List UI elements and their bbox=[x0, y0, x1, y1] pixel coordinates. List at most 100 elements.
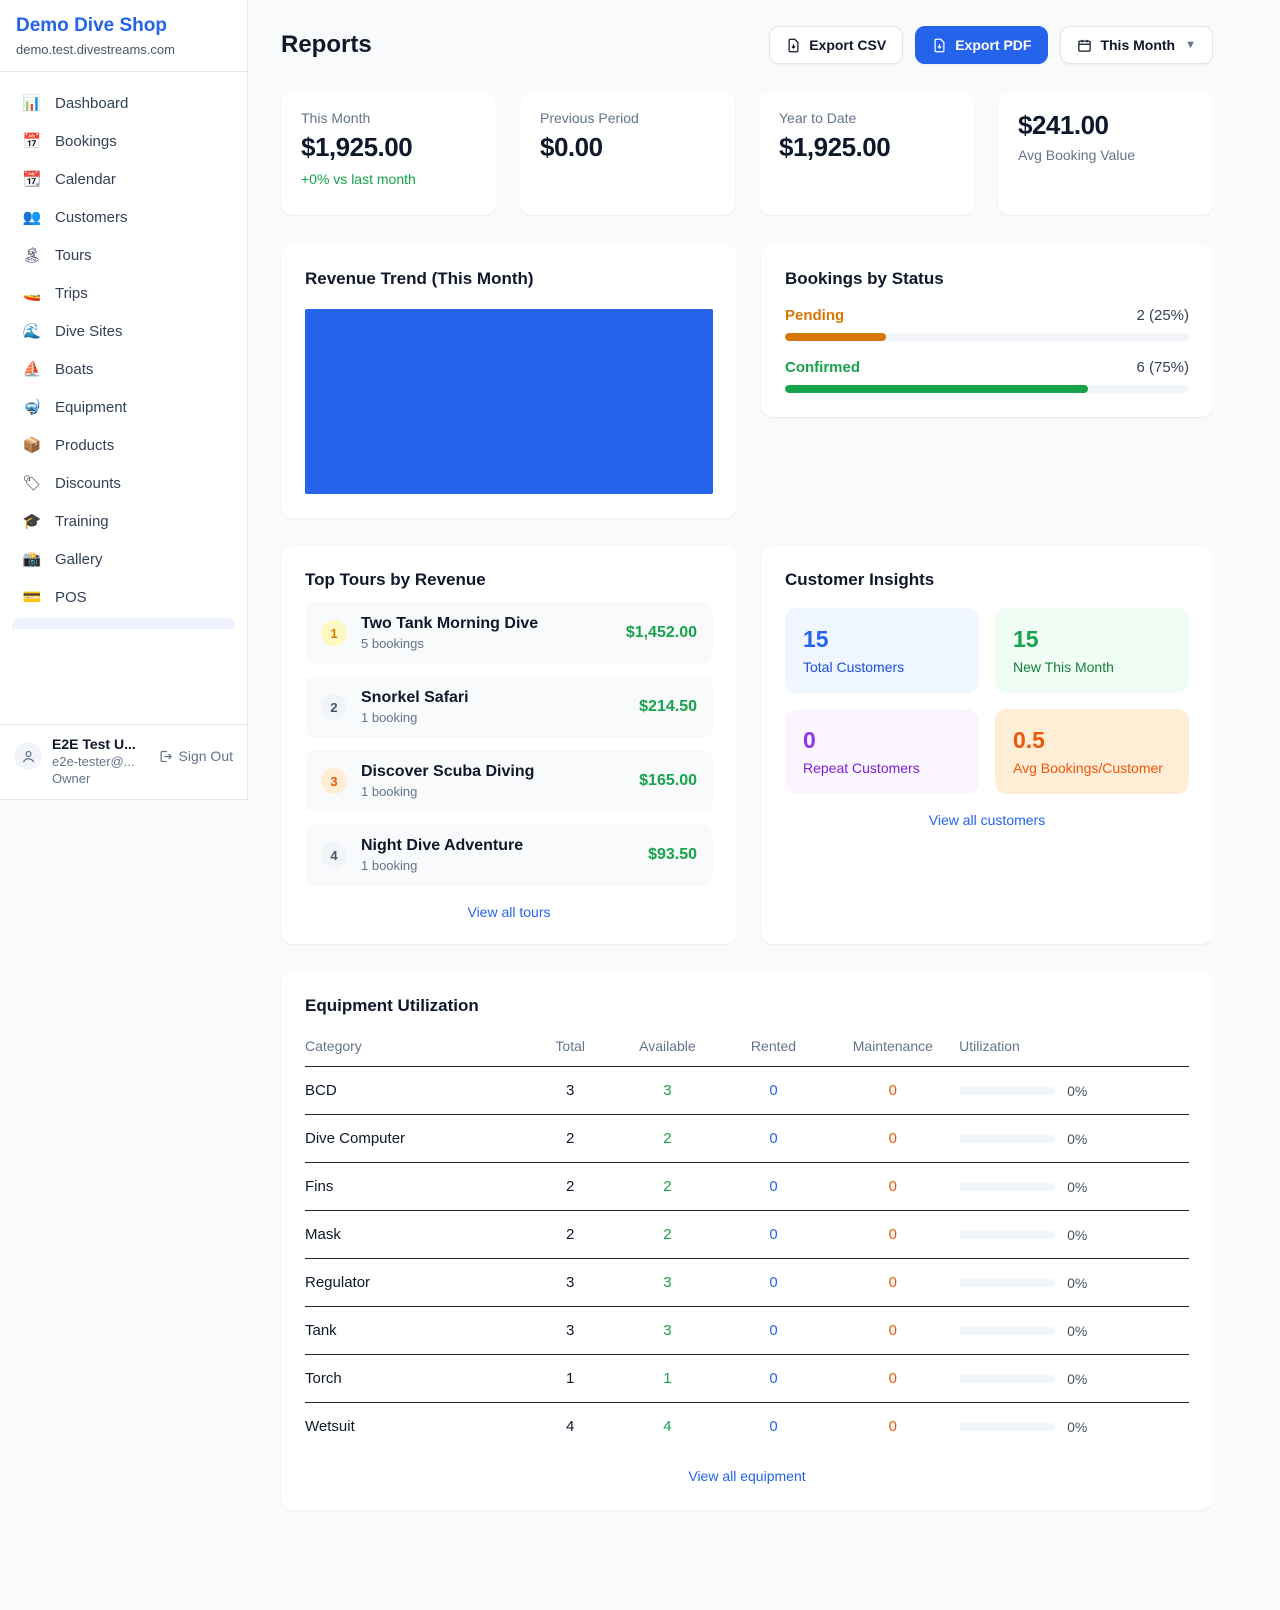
cell-rented: 0 bbox=[720, 1211, 826, 1259]
cell-available: 3 bbox=[614, 1067, 720, 1115]
view-all-customers-link[interactable]: View all customers bbox=[785, 812, 1189, 828]
column-header-category: Category bbox=[305, 1030, 526, 1067]
person-icon bbox=[21, 749, 36, 764]
wave-icon: 🌊 bbox=[22, 322, 42, 340]
column-header-maintenance: Maintenance bbox=[827, 1030, 960, 1067]
sidebar-item-discounts[interactable]: 🏷Discounts bbox=[12, 464, 235, 502]
utilization-bar bbox=[959, 1231, 1055, 1239]
sidebar-item-trips[interactable]: 🚤Trips bbox=[12, 274, 235, 312]
sidebar-item-boats[interactable]: ⛵ Boats bbox=[12, 350, 235, 388]
status-label: Confirmed bbox=[785, 359, 860, 376]
sidebar-item-label: Calendar bbox=[55, 171, 116, 188]
column-header-rented: Rented bbox=[720, 1030, 826, 1067]
utilization-pct: 0% bbox=[1067, 1227, 1087, 1243]
table-row: Mask 2 2 0 0 0% bbox=[305, 1211, 1189, 1259]
export-pdf-button[interactable]: Export PDF bbox=[915, 26, 1048, 64]
sidebar-item-pos[interactable]: 💳 POS bbox=[12, 578, 235, 616]
cell-maintenance: 0 bbox=[827, 1355, 960, 1403]
cell-maintenance: 0 bbox=[827, 1403, 960, 1451]
utilization-pct: 0% bbox=[1067, 1131, 1087, 1147]
period-label: This Month bbox=[1100, 37, 1175, 53]
cell-total: 3 bbox=[526, 1307, 614, 1355]
file-download-icon bbox=[786, 38, 801, 53]
insight-value: 0 bbox=[803, 727, 961, 754]
rank-badge: 4 bbox=[321, 842, 347, 868]
utilization-bar bbox=[959, 1183, 1055, 1191]
cell-rented: 0 bbox=[720, 1355, 826, 1403]
sailboat-icon: ⛵ bbox=[22, 360, 42, 378]
export-csv-button[interactable]: Export CSV bbox=[769, 26, 903, 64]
revenue-trend-title: Revenue Trend (This Month) bbox=[305, 269, 713, 289]
sidebar-item-gallery[interactable]: 📸Gallery bbox=[12, 540, 235, 578]
sidebar-item-label: Boats bbox=[55, 361, 93, 378]
sign-out-label: Sign Out bbox=[179, 748, 233, 764]
sidebar-item-customers[interactable]: 👥Customers bbox=[12, 198, 235, 236]
stat-value: $0.00 bbox=[540, 132, 715, 163]
utilization-bar bbox=[959, 1135, 1055, 1143]
tour-name: Discover Scuba Diving bbox=[361, 763, 534, 780]
stat-value: $1,925.00 bbox=[301, 132, 476, 163]
cell-total: 2 bbox=[526, 1211, 614, 1259]
cell-rented: 0 bbox=[720, 1403, 826, 1451]
user-panel: E2E Test U... e2e-tester@... Owner Sign … bbox=[0, 724, 247, 799]
cell-rented: 0 bbox=[720, 1307, 826, 1355]
view-all-tours-link[interactable]: View all tours bbox=[305, 904, 713, 920]
stat-card-avg-booking-value: $241.00 Avg Booking Value bbox=[998, 92, 1213, 215]
calendar-icon bbox=[1077, 38, 1092, 53]
table-row: Fins 2 2 0 0 0% bbox=[305, 1163, 1189, 1211]
utilization-bar bbox=[959, 1423, 1055, 1431]
cell-available: 3 bbox=[614, 1259, 720, 1307]
cell-available: 2 bbox=[614, 1211, 720, 1259]
stat-card-previous-period: Previous Period $0.00 bbox=[520, 92, 735, 215]
period-select[interactable]: This Month ▼ bbox=[1060, 26, 1213, 64]
sidebar-item-calendar[interactable]: 📆Calendar bbox=[12, 160, 235, 198]
sidebar-item-label: Products bbox=[55, 437, 114, 454]
utilization-pct: 0% bbox=[1067, 1179, 1087, 1195]
cell-available: 2 bbox=[614, 1163, 720, 1211]
chevron-down-icon: ▼ bbox=[1185, 39, 1196, 51]
insight-value: 0.5 bbox=[1013, 727, 1171, 754]
stat-card-year-to-date: Year to Date $1,925.00 bbox=[759, 92, 974, 215]
sidebar-item-reports-partial[interactable] bbox=[12, 618, 235, 629]
cell-total: 3 bbox=[526, 1067, 614, 1115]
sidebar-item-bookings[interactable]: 📅Bookings bbox=[12, 122, 235, 160]
status-bar-fill bbox=[785, 385, 1088, 393]
shop-name[interactable]: Demo Dive Shop bbox=[16, 15, 231, 37]
tour-bookings: 1 booking bbox=[361, 710, 469, 725]
sidebar-item-label: Discounts bbox=[55, 475, 121, 492]
sign-out-button[interactable]: Sign Out bbox=[158, 748, 233, 764]
revenue-trend-card: Revenue Trend (This Month) bbox=[281, 245, 737, 518]
sidebar-item-dashboard[interactable]: 📊Dashboard bbox=[12, 84, 235, 122]
status-count: 6 (75%) bbox=[1136, 359, 1189, 376]
insight-total-customers: 15 Total Customers bbox=[785, 608, 979, 693]
credit-card-icon: 💳 bbox=[22, 588, 42, 606]
cell-maintenance: 0 bbox=[827, 1115, 960, 1163]
export-csv-label: Export CSV bbox=[809, 37, 886, 53]
sidebar-item-equipment[interactable]: 🤿Equipment bbox=[12, 388, 235, 426]
sidebar-item-label: POS bbox=[55, 589, 87, 606]
status-row-pending: Pending 2 (25%) bbox=[785, 307, 1189, 341]
user-role: Owner bbox=[52, 771, 136, 786]
rank-badge: 2 bbox=[321, 694, 347, 720]
stat-label: Avg Booking Value bbox=[1018, 147, 1193, 163]
bookings-by-status-card: Bookings by Status Pending 2 (25%) Confi… bbox=[761, 245, 1213, 417]
sidebar: Demo Dive Shop demo.test.divestreams.com… bbox=[0, 0, 248, 800]
view-all-equipment-link[interactable]: View all equipment bbox=[305, 1468, 1189, 1484]
sidebar-item-tours[interactable]: 🏝Tours bbox=[12, 236, 235, 274]
tour-row: 4 Night Dive Adventure 1 booking $93.50 bbox=[305, 824, 713, 886]
file-download-icon bbox=[932, 38, 947, 53]
sidebar-item-dive-sites[interactable]: 🌊Dive Sites bbox=[12, 312, 235, 350]
cell-rented: 0 bbox=[720, 1163, 826, 1211]
column-header-available: Available bbox=[614, 1030, 720, 1067]
export-pdf-label: Export PDF bbox=[955, 37, 1031, 53]
brand: Demo Dive Shop demo.test.divestreams.com bbox=[0, 0, 247, 72]
cell-available: 4 bbox=[614, 1403, 720, 1451]
insight-label: Total Customers bbox=[803, 659, 961, 675]
sidebar-item-products[interactable]: 📦Products bbox=[12, 426, 235, 464]
bookings-calendar-icon: 📅 bbox=[22, 132, 42, 150]
stat-label: Year to Date bbox=[779, 110, 954, 126]
stat-label: This Month bbox=[301, 110, 476, 126]
cell-maintenance: 0 bbox=[827, 1259, 960, 1307]
cell-available: 1 bbox=[614, 1355, 720, 1403]
sidebar-item-training[interactable]: 🎓Training bbox=[12, 502, 235, 540]
